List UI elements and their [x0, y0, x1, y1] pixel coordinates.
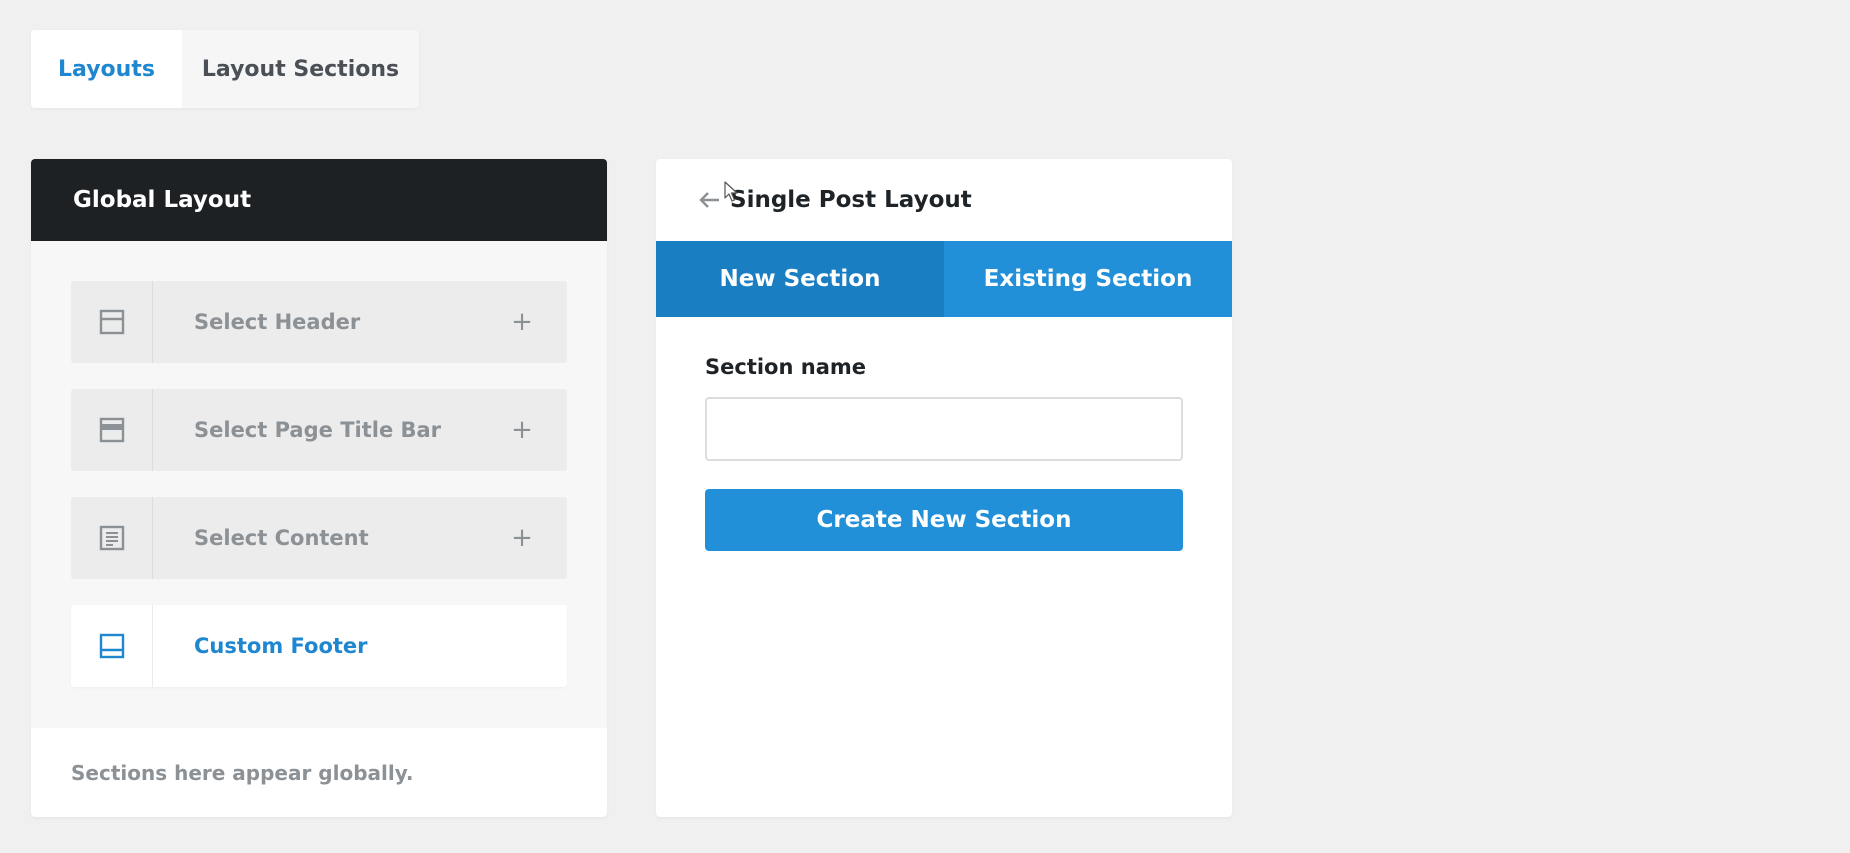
- create-new-section-button[interactable]: Create New Section: [705, 489, 1183, 551]
- back-arrow-icon[interactable]: [698, 188, 722, 212]
- add-header-plus-icon[interactable]: +: [507, 307, 537, 337]
- global-layout-note: Sections here appear globally.: [71, 760, 414, 785]
- select-content-slot[interactable]: Select Content +: [71, 497, 567, 579]
- layout-tabs: Layouts Layout Sections: [31, 30, 419, 108]
- select-page-title-bar-slot[interactable]: Select Page Title Bar +: [71, 389, 567, 471]
- select-content-label: Select Content: [194, 526, 369, 550]
- custom-footer-label: Custom Footer: [194, 634, 368, 658]
- global-layout-panel: Global Layout Select Header + Select Pag…: [31, 159, 607, 817]
- global-layout-title: Global Layout: [31, 159, 607, 241]
- single-post-layout-title: Single Post Layout: [730, 187, 972, 213]
- add-page-title-bar-plus-icon[interactable]: +: [507, 415, 537, 445]
- footer-layout-icon: [71, 605, 153, 687]
- section-tabs: New Section Existing Section: [656, 241, 1232, 317]
- select-page-title-bar-label: Select Page Title Bar: [194, 418, 442, 442]
- single-post-layout-header: Single Post Layout: [656, 159, 1232, 241]
- custom-footer-slot[interactable]: Custom Footer: [71, 605, 567, 687]
- select-header-slot[interactable]: Select Header +: [71, 281, 567, 363]
- new-section-form: Section name Create New Section: [656, 355, 1232, 551]
- add-content-plus-icon[interactable]: +: [507, 523, 537, 553]
- mouse-cursor-icon: [724, 181, 738, 202]
- single-post-layout-panel: Single Post Layout New Section Existing …: [656, 159, 1232, 817]
- section-name-input[interactable]: [705, 397, 1183, 461]
- content-layout-icon: [71, 497, 153, 579]
- select-header-label: Select Header: [194, 310, 361, 334]
- tab-existing-section[interactable]: Existing Section: [944, 241, 1232, 317]
- section-name-label: Section name: [705, 355, 866, 379]
- page-title-bar-icon: [71, 389, 153, 471]
- tab-layouts[interactable]: Layouts: [31, 30, 182, 108]
- tab-layout-sections[interactable]: Layout Sections: [182, 30, 419, 108]
- global-layout-slots: Select Header + Select Page Title Bar +: [31, 241, 607, 728]
- tab-new-section[interactable]: New Section: [656, 241, 944, 317]
- header-layout-icon: [71, 281, 153, 363]
